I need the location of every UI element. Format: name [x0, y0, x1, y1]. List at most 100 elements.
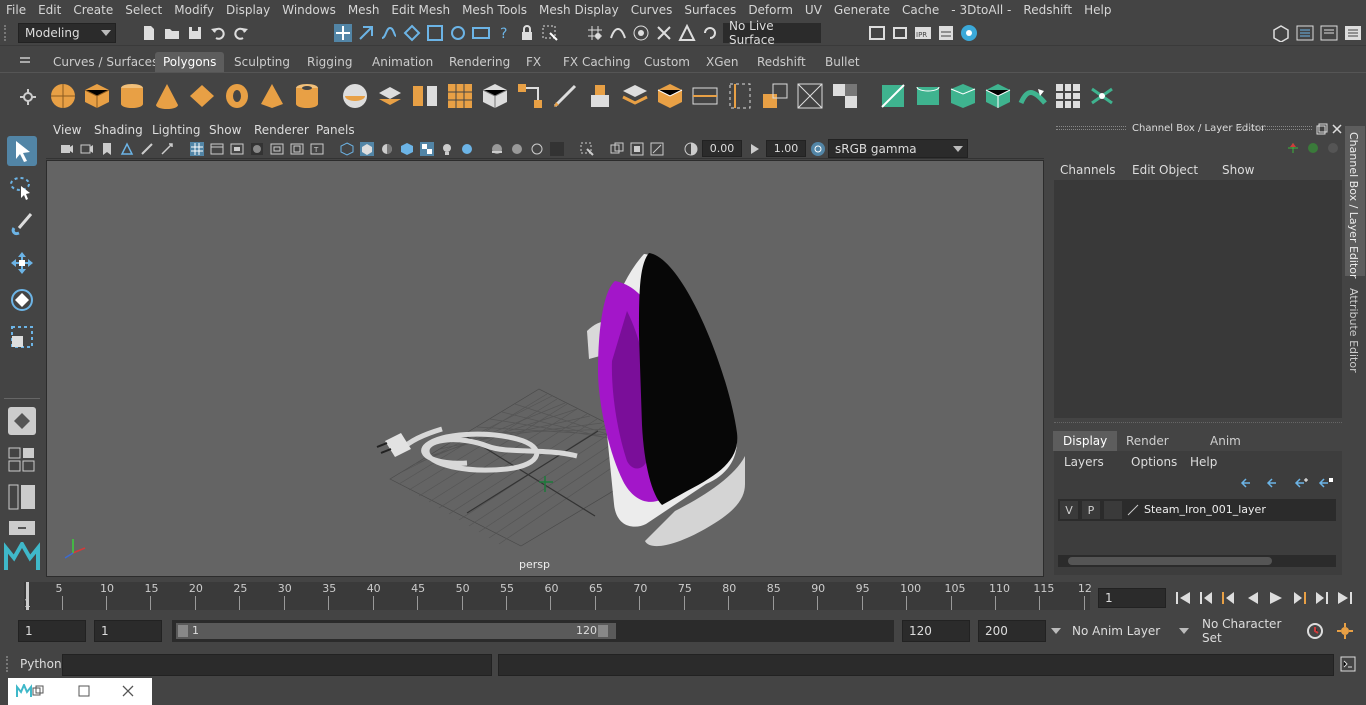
- xray-joints-icon[interactable]: [650, 142, 664, 156]
- color-management-icon[interactable]: [810, 141, 826, 157]
- menu-uv[interactable]: UV: [799, 3, 828, 17]
- shelf-tab-polygons[interactable]: Polygons: [155, 52, 225, 72]
- shelf-tab-custom[interactable]: Custom: [636, 52, 698, 72]
- shelf-tab-rendering[interactable]: Rendering: [441, 52, 518, 72]
- move-tool[interactable]: [7, 248, 37, 278]
- shelf-tab-fx-caching[interactable]: FX Caching: [555, 52, 638, 72]
- viewport-menu-renderer[interactable]: Renderer: [254, 123, 309, 137]
- char-set-field[interactable]: No Character Set: [1196, 617, 1300, 645]
- mode-dropdown[interactable]: Modeling: [18, 23, 116, 43]
- cmd-language-label[interactable]: Python: [20, 657, 62, 671]
- paint-select-tool[interactable]: [7, 210, 37, 240]
- colorspace-dropdown[interactable]: sRGB gamma: [828, 139, 968, 158]
- animation-end-field[interactable]: 200: [978, 620, 1046, 642]
- menu-3dtoall[interactable]: - 3DtoAll -: [945, 3, 1017, 17]
- menu-redshift[interactable]: Redshift: [1017, 3, 1078, 17]
- channel-box-menu-object[interactable]: Object: [1159, 163, 1198, 177]
- xray-active-icon[interactable]: [630, 142, 644, 156]
- select-component-icon[interactable]: [380, 24, 398, 42]
- shelf-tab-bullet[interactable]: Bullet: [817, 52, 868, 72]
- attribute-editor-toggle-icon[interactable]: [1296, 24, 1314, 42]
- move-layer-up-icon[interactable]: [1240, 477, 1256, 489]
- textured-icon[interactable]: [420, 142, 434, 156]
- mirror-icon[interactable]: [410, 81, 440, 111]
- live-surface-field[interactable]: No Live Surface: [723, 19, 821, 47]
- cmd-input[interactable]: [62, 654, 492, 676]
- select-camera-icon[interactable]: [541, 24, 559, 42]
- poly-sphere-icon[interactable]: [48, 81, 78, 111]
- smooth-shade-icon[interactable]: [360, 142, 374, 156]
- merge-icon[interactable]: [795, 81, 825, 111]
- fill-hole-icon[interactable]: [655, 81, 685, 111]
- close-window-icon[interactable]: [122, 685, 134, 697]
- menu-display[interactable]: Display: [220, 3, 276, 17]
- range-slider-left-grip[interactable]: [178, 625, 188, 637]
- viewport-menu-show[interactable]: Show: [209, 123, 241, 137]
- menu-mesh-tools[interactable]: Mesh Tools: [456, 3, 533, 17]
- layer-tab-render[interactable]: Render: [1116, 431, 1179, 451]
- viewport-menu-shading[interactable]: Shading: [94, 123, 143, 137]
- channel-box-menu-show[interactable]: Show: [1222, 163, 1254, 177]
- snap-point-icon[interactable]: [449, 24, 467, 42]
- wireframe-icon[interactable]: [340, 142, 354, 156]
- step-back-frame-icon[interactable]: [1222, 592, 1234, 604]
- shelf-tab-redshift[interactable]: Redshift: [749, 52, 814, 72]
- layer-color-swatch-icon[interactable]: [1126, 503, 1140, 517]
- tool-settings-toggle-icon[interactable]: [1320, 24, 1338, 42]
- undo-icon[interactable]: [209, 24, 227, 42]
- shelf-tab-sculpting[interactable]: Sculpting: [226, 52, 298, 72]
- select-object-icon[interactable]: [357, 24, 375, 42]
- layer-menu-layers[interactable]: Layers: [1064, 455, 1104, 469]
- viewport-persp[interactable]: persp: [46, 160, 1044, 577]
- shadows-icon[interactable]: [460, 142, 474, 156]
- panel-grip-right[interactable]: [1236, 126, 1312, 130]
- move-layer-down-icon[interactable]: [1266, 477, 1282, 489]
- panel-grip-left[interactable]: [1056, 126, 1126, 130]
- layer-row[interactable]: V P Steam_Iron_001_layer: [1058, 499, 1336, 521]
- menu-edit[interactable]: Edit: [32, 3, 67, 17]
- float-panel-icon[interactable]: [1316, 123, 1328, 135]
- isolate-select-icon[interactable]: [580, 142, 594, 156]
- use-all-lights-icon[interactable]: [440, 142, 454, 156]
- maximize-window-icon[interactable]: [78, 685, 90, 697]
- poly-plane-icon[interactable]: [187, 81, 217, 111]
- make-live-icon[interactable]: [701, 24, 719, 42]
- menu-edit-mesh[interactable]: Edit Mesh: [385, 3, 456, 17]
- menu-curves[interactable]: Curves: [625, 3, 679, 17]
- layer-visibility-toggle[interactable]: V: [1060, 501, 1078, 519]
- layer-editor-splitter[interactable]: [1054, 422, 1342, 430]
- safe-title-icon[interactable]: T: [310, 142, 324, 156]
- current-time-marker[interactable]: [26, 582, 29, 610]
- menu-create[interactable]: Create: [67, 3, 119, 17]
- play-backward-icon[interactable]: [1248, 592, 1258, 604]
- range-slider-track[interactable]: 1 120: [172, 620, 894, 642]
- menu-file[interactable]: File: [0, 3, 32, 17]
- menu-deform[interactable]: Deform: [742, 3, 799, 17]
- target-weld-icon[interactable]: [760, 81, 790, 111]
- poly-cone-icon[interactable]: [152, 81, 182, 111]
- save-scene-icon[interactable]: [186, 24, 204, 42]
- menu-help[interactable]: Help: [1078, 3, 1117, 17]
- select-hierarchy-icon[interactable]: [334, 24, 352, 42]
- camera-attributes-icon[interactable]: [80, 142, 94, 156]
- bridge-icon[interactable]: [515, 81, 545, 111]
- remesh-icon[interactable]: [480, 81, 510, 111]
- shelf-tab-curves-surfaces[interactable]: Curves / Surfaces: [45, 52, 166, 72]
- layer-tab-display[interactable]: Display: [1053, 431, 1118, 451]
- select-tool[interactable]: [7, 136, 37, 166]
- layer-display-type-toggle[interactable]: [1104, 501, 1122, 519]
- uv-layout-icon[interactable]: [1053, 81, 1083, 111]
- bevel-icon[interactable]: [620, 81, 650, 111]
- channel-box-toggle-icon[interactable]: [1344, 24, 1362, 42]
- step-forward-frame-icon[interactable]: [1294, 592, 1306, 604]
- redshift-render-icon[interactable]: [960, 24, 978, 42]
- snap-to-grids-icon[interactable]: [586, 24, 604, 42]
- lock-icon[interactable]: [518, 24, 536, 42]
- single-perspective-layout[interactable]: [8, 407, 36, 435]
- status-grip[interactable]: [4, 25, 10, 41]
- step-back-key-icon[interactable]: [1200, 592, 1212, 604]
- exposure-icon[interactable]: [684, 142, 698, 156]
- animation-start-field[interactable]: 1: [18, 620, 86, 642]
- grid-toggle-icon[interactable]: [190, 142, 204, 156]
- uv-unfold-icon[interactable]: [1018, 81, 1048, 111]
